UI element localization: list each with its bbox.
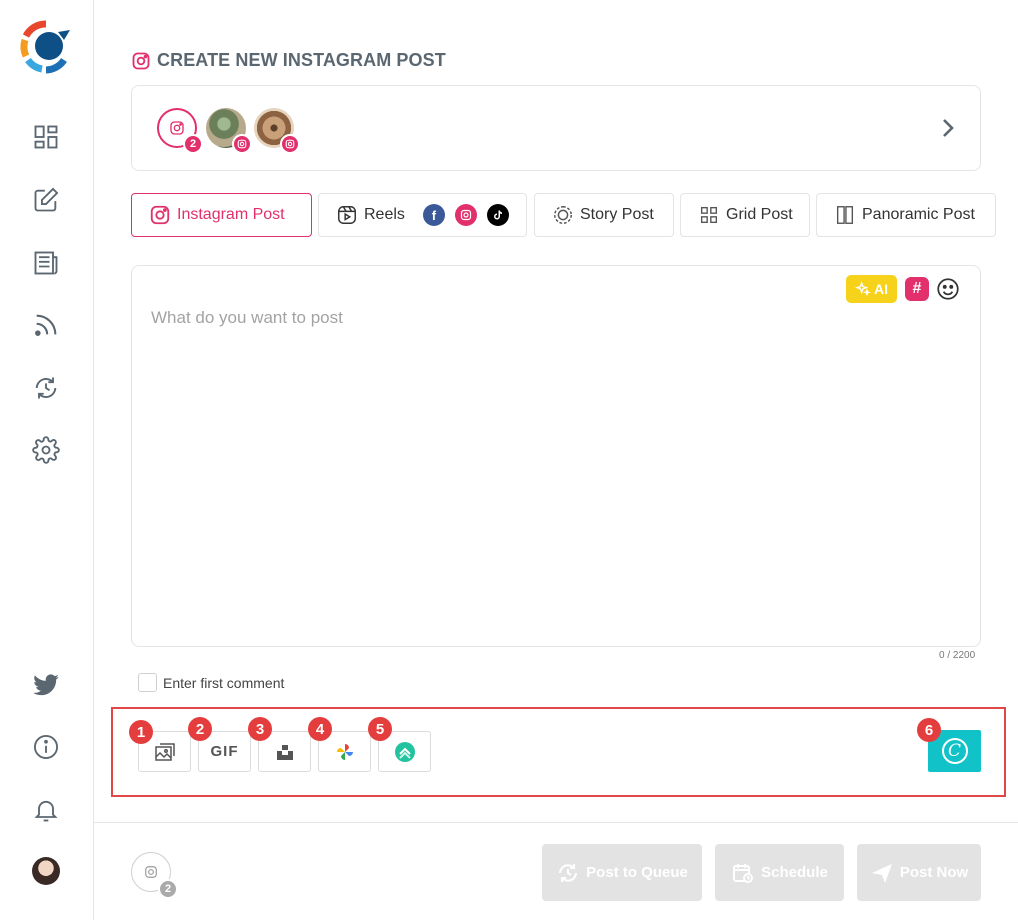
footer-divider <box>94 822 1018 823</box>
step-badge: 2 <box>188 717 212 741</box>
user-avatar[interactable] <box>32 857 60 885</box>
instagram-icon <box>132 52 150 69</box>
chevron-right-icon[interactable] <box>940 117 956 139</box>
image-gallery-icon <box>154 742 175 761</box>
tab-label: Panoramic Post <box>862 206 975 223</box>
panoramic-icon <box>836 206 854 224</box>
tab-instagram-post[interactable]: Instagram Post <box>131 193 312 237</box>
canva-icon: C <box>941 738 968 764</box>
page-title: CREATE NEW INSTAGRAM POST <box>131 50 446 71</box>
step-badge: 6 <box>917 718 941 742</box>
post-text-input[interactable] <box>151 308 951 608</box>
instagram-icon <box>232 134 252 154</box>
app-logo[interactable] <box>18 18 74 76</box>
post-now-button[interactable]: Post Now <box>857 844 981 901</box>
ai-label: AI <box>874 281 888 297</box>
step-badge: 3 <box>248 717 272 741</box>
calendar-clock-icon <box>733 863 754 883</box>
account-count-badge: 2 <box>158 879 178 899</box>
story-icon <box>554 206 572 224</box>
gif-label: GIF <box>210 743 239 760</box>
settings-gear-icon[interactable] <box>30 434 62 466</box>
footer-account-indicator[interactable]: 2 <box>131 852 178 899</box>
tab-label: Story Post <box>580 206 654 223</box>
selected-count-badge: 2 <box>183 134 203 154</box>
reels-icon <box>338 206 356 224</box>
posts-icon[interactable] <box>30 247 62 279</box>
instagram-accounts-group[interactable]: 2 <box>157 108 203 154</box>
ai-assistant-button[interactable]: AI <box>846 275 897 303</box>
step-badge: 5 <box>368 717 392 741</box>
post-editor: AI # <box>131 265 981 647</box>
unsplash-icon <box>276 744 293 760</box>
sidebar <box>0 0 94 920</box>
recycle-icon[interactable] <box>30 372 62 404</box>
account-avatar[interactable] <box>206 108 252 154</box>
post-to-queue-button[interactable]: Post to Queue <box>542 844 702 901</box>
compose-icon[interactable] <box>30 184 62 216</box>
tab-label: Grid Post <box>726 206 793 223</box>
schedule-label: Schedule <box>761 864 828 881</box>
step-badge: 1 <box>129 720 153 744</box>
post-now-label: Post Now <box>899 864 969 881</box>
notification-bell-icon[interactable] <box>30 794 62 826</box>
tab-grid-post[interactable]: Grid Post <box>680 193 810 237</box>
schedule-button[interactable]: Schedule <box>715 844 844 901</box>
first-comment-label: Enter first comment <box>163 674 285 691</box>
emoji-icon[interactable] <box>935 276 961 302</box>
queue-icon <box>559 863 578 882</box>
tab-panoramic-post[interactable]: Panoramic Post <box>816 193 996 237</box>
instagram-icon <box>170 121 184 135</box>
post-to-queue-label: Post to Queue <box>586 864 688 881</box>
instagram-icon <box>150 205 170 225</box>
tab-reels[interactable]: Reels f <box>318 193 527 237</box>
info-icon[interactable] <box>30 731 62 763</box>
google-photos-icon <box>336 743 353 760</box>
instagram-icon <box>145 866 157 878</box>
first-comment-checkbox[interactable] <box>138 673 157 692</box>
instagram-icon <box>280 134 300 154</box>
rss-feed-icon[interactable] <box>30 309 62 341</box>
grid-icon <box>700 206 718 224</box>
facebook-icon: f <box>422 204 445 226</box>
send-icon <box>871 863 892 883</box>
tiktok-icon <box>486 204 509 226</box>
step-badge: 4 <box>308 717 332 741</box>
tab-story-post[interactable]: Story Post <box>534 193 674 237</box>
twitter-icon[interactable] <box>30 669 62 701</box>
instagram-icon <box>454 204 477 226</box>
chevron-up-circle-icon <box>394 741 415 762</box>
sparkle-icon <box>855 281 871 297</box>
page-title-text: CREATE NEW INSTAGRAM POST <box>157 50 446 70</box>
account-selector[interactable]: 2 <box>131 85 981 171</box>
tab-label: Reels <box>364 206 405 223</box>
dashboard-icon[interactable] <box>30 121 62 153</box>
account-avatar[interactable] <box>254 108 300 154</box>
tab-label: Instagram Post <box>177 206 285 223</box>
first-comment-row[interactable]: Enter first comment <box>138 673 284 692</box>
character-counter: 0 / 2200 <box>939 650 976 661</box>
hashtag-button[interactable]: # <box>905 277 929 301</box>
